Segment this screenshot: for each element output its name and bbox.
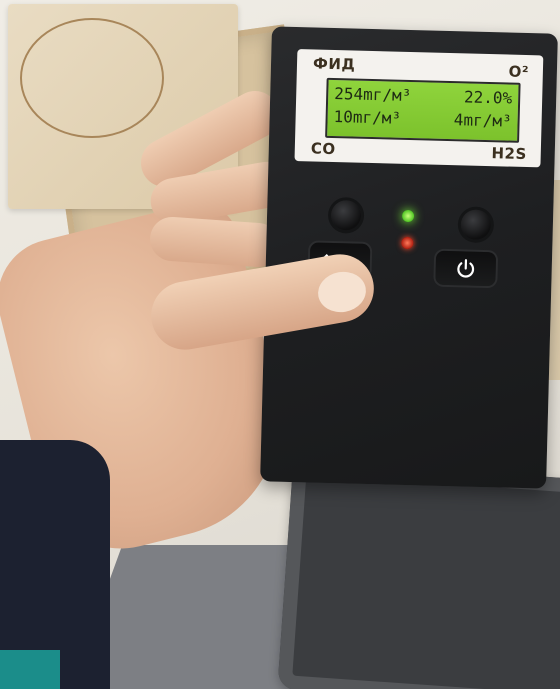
fid-reading: 254mг/м³	[334, 83, 412, 106]
o2-reading: 22.0%	[463, 87, 513, 108]
teal-object	[0, 650, 60, 689]
display-faceplate: ФИД O² CO H2S 254mг/м³ 22.0% 10mг/м³ 4mг…	[294, 49, 544, 168]
plastic-tray	[277, 459, 560, 689]
status-led-red	[401, 236, 414, 250]
photo-scene: ФИД O² CO H2S 254mг/м³ 22.0% 10mг/м³ 4mг…	[0, 0, 560, 689]
h2s-reading: 4mг/м³	[453, 110, 512, 131]
label-co: CO	[310, 139, 336, 159]
label-fid: ФИД	[312, 54, 356, 74]
lcd-row: 254mг/м³ 22.0%	[334, 83, 513, 111]
label-o2: O²	[508, 62, 530, 82]
finger	[148, 215, 282, 269]
co-reading: 10mг/м³	[333, 106, 402, 128]
screw-knob-right	[460, 209, 492, 241]
label-h2s: H2S	[491, 144, 527, 164]
screw-knob-left	[330, 199, 362, 231]
status-led-green	[401, 209, 415, 223]
power-icon	[457, 259, 475, 278]
lcd-row: 10mг/м³ 4mг/м³	[333, 106, 512, 134]
gas-detector-device: ФИД O² CO H2S 254mг/м³ 22.0% 10mг/м³ 4mг…	[260, 26, 558, 489]
power-button[interactable]	[435, 250, 497, 287]
lcd-screen: 254mг/м³ 22.0% 10mг/м³ 4mг/м³	[325, 77, 521, 143]
engraved-logo	[20, 18, 164, 138]
